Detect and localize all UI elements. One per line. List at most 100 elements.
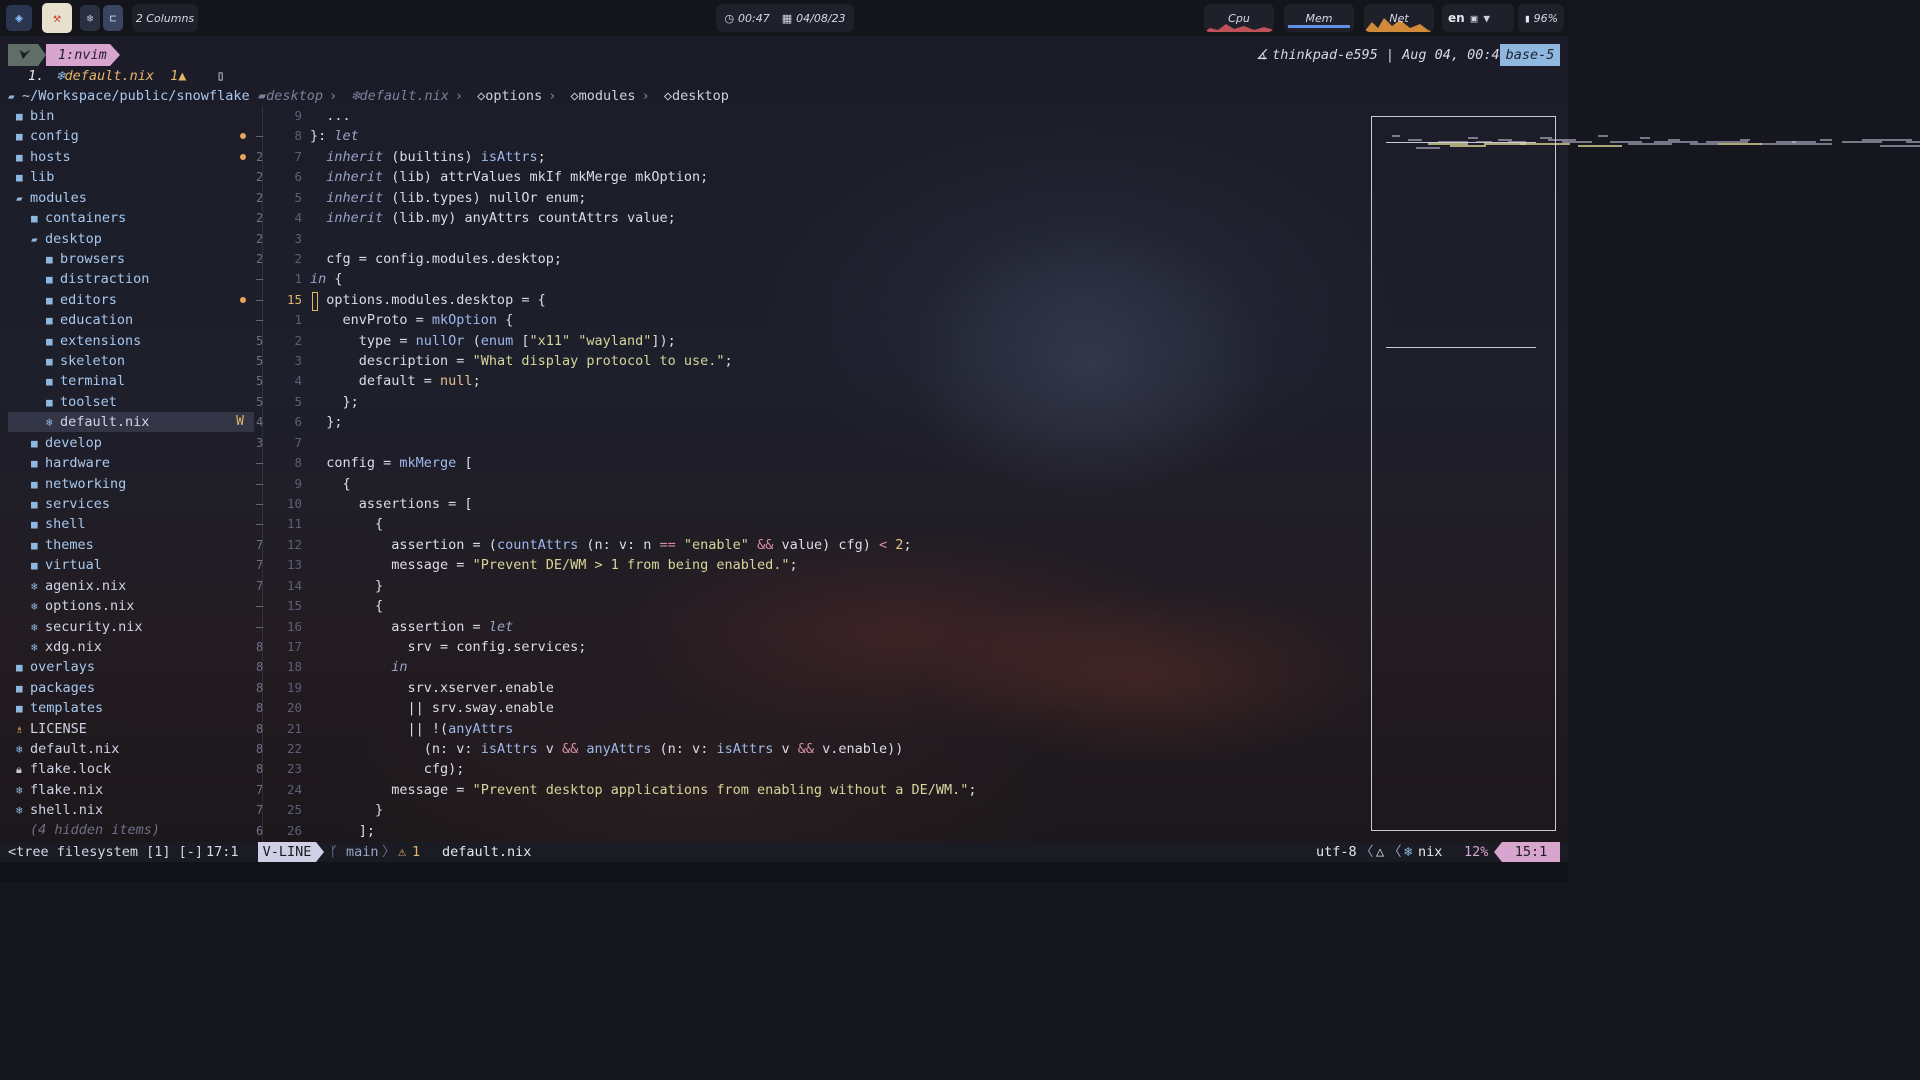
code-line[interactable]: 7 14 }: [256, 576, 1366, 596]
minimap[interactable]: [1371, 116, 1920, 831]
layout-indicator[interactable]: 2 Columns: [132, 4, 198, 32]
breadcrumb-item[interactable]: ◇options: [477, 88, 542, 104]
code-line[interactable]: 8 23 cfg);: [256, 759, 1366, 779]
tree-folder[interactable]: ■ toolset: [8, 392, 254, 412]
code-line[interactable]: 7 12 assertion = (countAttrs (n: v: n == …: [256, 535, 1366, 555]
git-branch[interactable]: main: [346, 842, 379, 862]
code-line[interactable]: – 10 assertions = [: [256, 494, 1366, 514]
tree-folder[interactable]: ■ education: [8, 310, 254, 330]
code-line[interactable]: 6 26 ];: [256, 821, 1366, 841]
tmux-session-badge[interactable]: base-5: [1500, 44, 1560, 66]
tree-file[interactable]: ❄ flake.nix: [8, 780, 254, 800]
tree-folder[interactable]: ■ browsers: [8, 249, 254, 269]
line-number: 2: [294, 250, 302, 266]
code-line[interactable]: 7 25 }: [256, 800, 1366, 820]
line-number: 21: [286, 720, 302, 736]
code-line[interactable]: 2 6 inherit (lib) attrValues mkIf mkMerge…: [256, 167, 1366, 187]
code-line[interactable]: 5 3 description = "What display protocol …: [256, 351, 1366, 371]
tree-folder[interactable]: ■ bin: [8, 106, 254, 126]
tmux-window-tab[interactable]: 1:nvim: [46, 44, 110, 66]
code-line[interactable]: 8 17 srv = config.services;: [256, 637, 1366, 657]
code-line[interactable]: 7 24 message = "Prevent desktop applicati…: [256, 780, 1366, 800]
tree-folder[interactable]: ■ lib: [8, 167, 254, 187]
code-line[interactable]: – 8}: let: [256, 126, 1366, 146]
code-line[interactable]: – 8 config = mkMerge [: [256, 453, 1366, 473]
tree-folder[interactable]: ■ terminal: [8, 371, 254, 391]
workspace-4-icon[interactable]: ⊏: [103, 5, 123, 31]
tree-folder[interactable]: ■ overlays: [8, 657, 254, 677]
tree-folder[interactable]: ■ config: [8, 126, 254, 146]
tree-file[interactable]: 🔒︎ flake.lock: [8, 759, 254, 779]
tree-file[interactable]: ❄ agenix.nix: [8, 576, 254, 596]
code-line[interactable]: – 16 assertion = let: [256, 617, 1366, 637]
code-line[interactable]: 5 4 default = null;: [256, 371, 1366, 391]
tree-folder[interactable]: ■ services: [8, 494, 254, 514]
command-line[interactable]: [0, 862, 1568, 882]
tree-folder[interactable]: ■ hosts: [8, 147, 254, 167]
tree-file[interactable]: ❄ options.nix: [8, 596, 254, 616]
tree-file[interactable]: ❄ security.nix: [8, 617, 254, 637]
tree-file[interactable]: ❄ shell.nix: [8, 800, 254, 820]
code-line[interactable]: – 15 options.modules.desktop = {: [256, 290, 1366, 311]
folder-icon: ■: [31, 457, 38, 471]
diagnostic-warnings[interactable]: 1: [412, 842, 420, 862]
workspace-2-icon[interactable]: ⚒: [42, 3, 72, 33]
tree-folder[interactable]: ■ packages: [8, 678, 254, 698]
line-number: 19: [286, 679, 302, 695]
code-line[interactable]: – 11 {: [256, 514, 1366, 534]
tree-folder[interactable]: ■ containers: [8, 208, 254, 228]
code-line[interactable]: 37: [256, 433, 1366, 453]
code-text: {: [310, 516, 384, 533]
minimap-line: [1408, 139, 1422, 141]
tree-file[interactable]: ♗ LICENSE: [8, 719, 254, 739]
code-line[interactable]: – 15 {: [256, 596, 1366, 616]
code-line[interactable]: 2 5 inherit (lib.types) nullOr enum;: [256, 188, 1366, 208]
breadcrumb-item[interactable]: ◇desktop: [664, 88, 729, 104]
code-line[interactable]: – 1 in {: [256, 269, 1366, 289]
breadcrumb-item[interactable]: ❄default.nix: [351, 88, 449, 104]
fold-gutter: 2: [256, 211, 264, 226]
hidden-items-note[interactable]: (4 hidden items): [8, 820, 254, 840]
tree-folder[interactable]: ■ skeleton: [8, 351, 254, 371]
editor-pane[interactable]: ▰desktop › ❄default.nix › ◇options › ◇modul…: [256, 86, 1366, 842]
tree-folder[interactable]: ■ editors: [8, 290, 254, 310]
breadcrumb-item[interactable]: ▰desktop: [258, 88, 323, 104]
code-line[interactable]: 9 ...: [256, 106, 1366, 126]
code-line[interactable]: 7 13 message = "Prevent DE/WM > 1 from be…: [256, 555, 1366, 575]
code-line[interactable]: 2 7 inherit (builtins) isAttrs;: [256, 147, 1366, 167]
code-line[interactable]: 2 4 inherit (lib.my) anyAttrs countAttrs …: [256, 208, 1366, 228]
code-line[interactable]: 8 19 srv.xserver.enable: [256, 678, 1366, 698]
keyboard-language[interactable]: en: [1448, 11, 1465, 25]
tree-folder[interactable]: ■ develop: [8, 433, 254, 453]
tray-app-icon[interactable]: ▣: [1471, 12, 1478, 25]
tree-root[interactable]: ▰ ~/Workspace/public/snowflake: [8, 86, 254, 106]
code-line[interactable]: 4 6 };: [256, 412, 1366, 432]
tree-folder[interactable]: ■ shell: [8, 514, 254, 534]
tree-folder[interactable]: ■ hardware: [8, 453, 254, 473]
tree-folder[interactable]: ▰ desktop: [8, 229, 254, 249]
tree-folder[interactable]: ■ virtual: [8, 555, 254, 575]
code-line[interactable]: 8 18 in: [256, 657, 1366, 677]
code-line[interactable]: 23: [256, 229, 1366, 249]
code-line[interactable]: 8 22 (n: v: isAttrs v && anyAttrs (n: v: …: [256, 739, 1366, 759]
tree-folder[interactable]: ■ templates: [8, 698, 254, 718]
tree-file[interactable]: ❄ xdg.nix: [8, 637, 254, 657]
tree-file[interactable]: ❄ default.nix W: [8, 412, 254, 433]
wifi-icon[interactable]: ▼: [1483, 12, 1490, 25]
breadcrumb-item[interactable]: ◇modules: [570, 88, 635, 104]
code-line[interactable]: 5 5 };: [256, 392, 1366, 412]
workspace-1-icon[interactable]: ◈: [6, 5, 32, 31]
tree-file[interactable]: ❄ default.nix: [8, 739, 254, 759]
tree-folder[interactable]: ■ networking: [8, 474, 254, 494]
code-line[interactable]: – 1 envProto = mkOption {: [256, 310, 1366, 330]
tree-folder[interactable]: ■ themes: [8, 535, 254, 555]
code-line[interactable]: 8 20 || srv.sway.enable: [256, 698, 1366, 718]
tree-folder[interactable]: ▰ modules: [8, 188, 254, 208]
workspace-3-icon[interactable]: ❄: [80, 5, 100, 31]
code-line[interactable]: – 9 {: [256, 474, 1366, 494]
code-line[interactable]: 2 2 cfg = config.modules.desktop;: [256, 249, 1366, 269]
code-line[interactable]: 5 2 type = nullOr (enum ["x11" "wayland"]…: [256, 331, 1366, 351]
tree-folder[interactable]: ■ distraction: [8, 269, 254, 289]
tree-folder[interactable]: ■ extensions: [8, 331, 254, 351]
code-line[interactable]: 8 21 || !(anyAttrs: [256, 719, 1366, 739]
